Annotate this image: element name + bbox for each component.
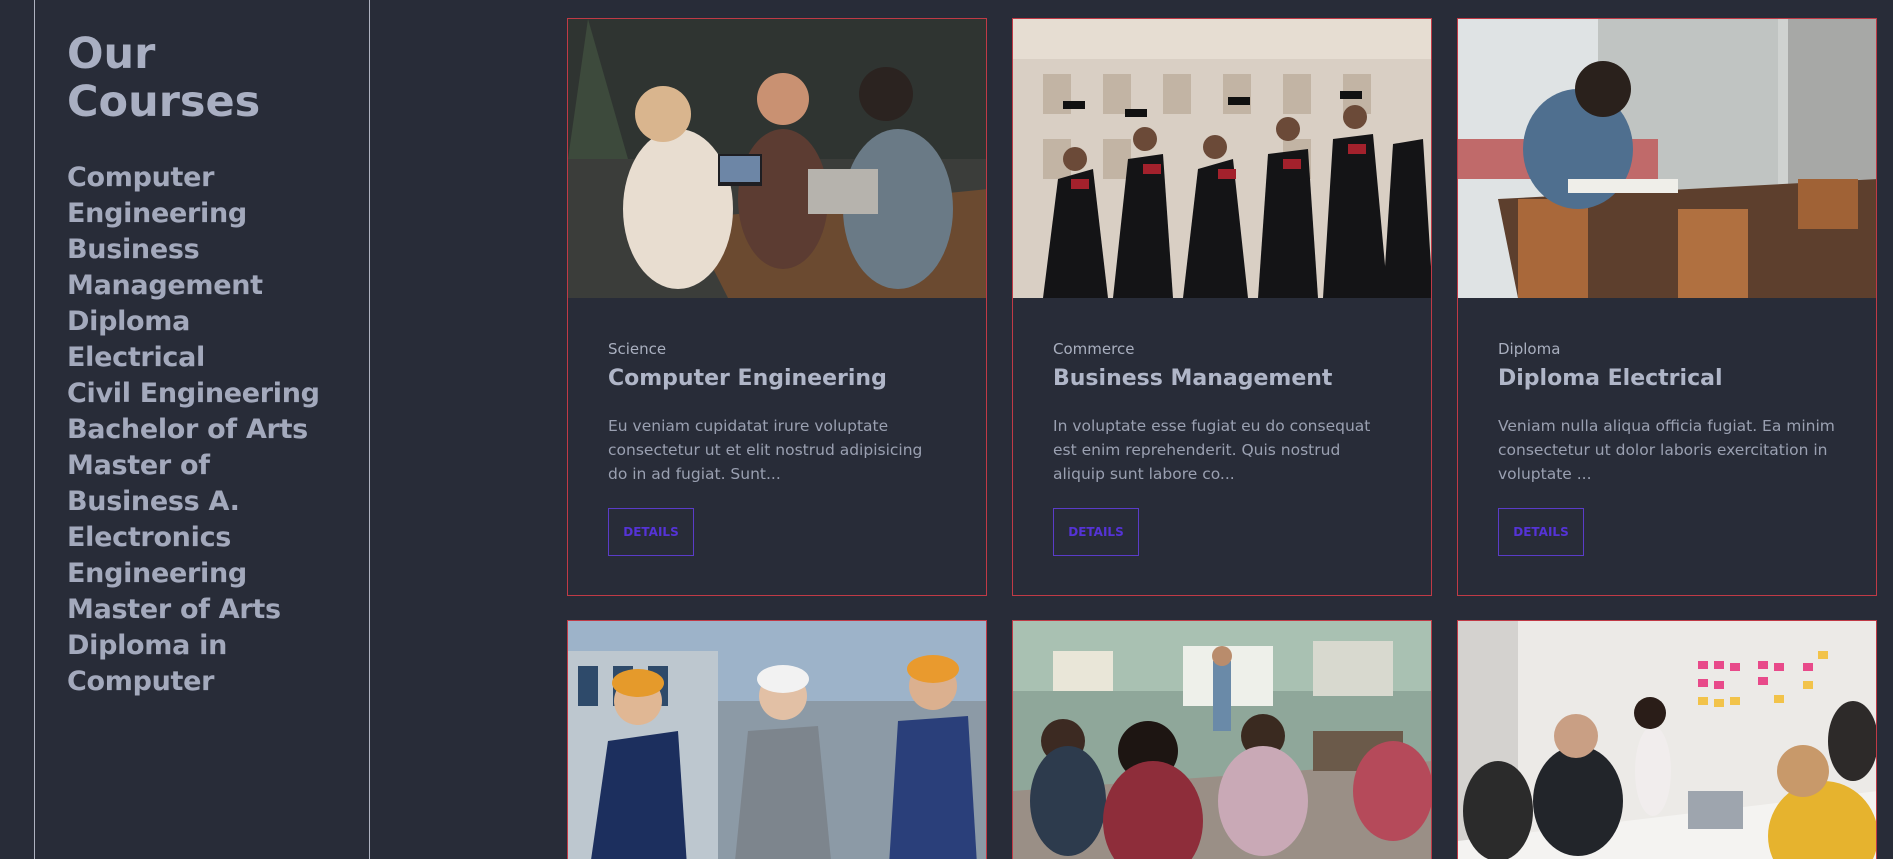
card-title: Diploma Electrical <box>1498 366 1723 391</box>
course-link-computer-engineering[interactable]: Computer Engineering <box>67 160 337 232</box>
course-image <box>568 621 986 859</box>
course-link-diploma-electrical[interactable]: Diploma Electrical <box>67 304 337 376</box>
course-card: Diploma Diploma Electrical Veniam nulla … <box>1457 18 1877 596</box>
course-image <box>1458 621 1876 859</box>
details-button[interactable]: DETAILS <box>1498 508 1584 556</box>
card-description: Eu veniam cupidatat irure voluptate cons… <box>608 417 923 483</box>
course-image <box>1013 19 1431 298</box>
sidebar-title: Our Courses <box>67 29 261 127</box>
card-title: Business Management <box>1053 366 1333 391</box>
course-card: Commerce Business Management In voluptat… <box>1012 18 1432 596</box>
page: Our Courses Computer Engineering Busines… <box>0 0 1893 859</box>
course-image <box>568 19 986 298</box>
card-description: In voluptate esse fugiat eu do consequat… <box>1053 417 1371 483</box>
course-link-master-of-arts[interactable]: Master of Arts <box>67 592 337 628</box>
course-link-civil-engineering[interactable]: Civil Engineering <box>67 376 337 412</box>
card-title: Computer Engineering <box>608 366 887 391</box>
course-link-master-of-business[interactable]: Master of Business A. <box>67 448 337 520</box>
details-button[interactable]: DETAILS <box>1053 508 1139 556</box>
course-card <box>1012 620 1432 859</box>
course-card <box>567 620 987 859</box>
course-image <box>1458 19 1876 298</box>
card-category: Science <box>608 340 667 358</box>
course-link-diploma-in-computer[interactable]: Diploma in Computer <box>67 628 337 700</box>
course-link-bachelor-of-arts[interactable]: Bachelor of Arts <box>67 412 337 448</box>
card-category: Commerce <box>1053 340 1135 358</box>
card-category: Diploma <box>1498 340 1561 358</box>
sidebar: Our Courses Computer Engineering Busines… <box>34 0 370 859</box>
course-link-electronics-engineering[interactable]: Electronics Engineering <box>67 520 337 592</box>
course-card: Science Computer Engineering Eu veniam c… <box>567 18 987 596</box>
course-image <box>1013 621 1431 859</box>
course-list: Computer Engineering Business Management… <box>67 160 337 700</box>
course-card <box>1457 620 1877 859</box>
card-description: Veniam nulla aliqua officia fugiat. Ea m… <box>1498 417 1835 483</box>
details-button[interactable]: DETAILS <box>608 508 694 556</box>
course-link-business-management[interactable]: Business Management <box>67 232 337 304</box>
